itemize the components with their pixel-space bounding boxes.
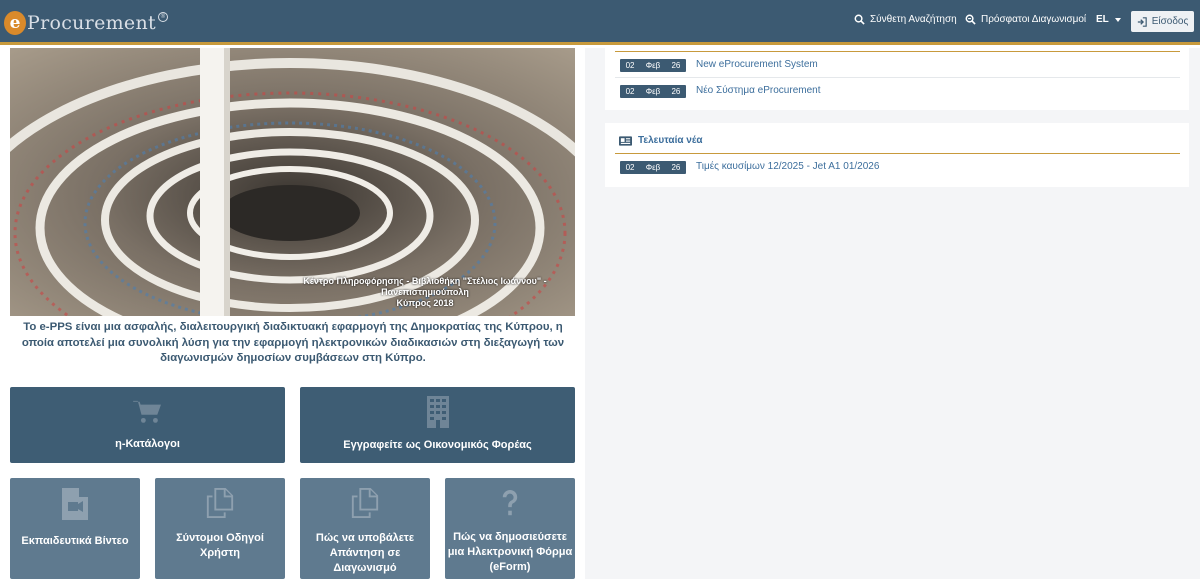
- language-label: EL: [1096, 14, 1109, 25]
- news-row[interactable]: 02 Φεβ 26 Τιμές καυσίμων 12/2025 - Jet A…: [615, 154, 1180, 180]
- tile-ecatalogues[interactable]: η-Κατάλογοι: [10, 387, 285, 463]
- copy-icon: [206, 488, 234, 518]
- zoom-search-icon: [965, 14, 976, 25]
- hero-caption-line3: Κύπρος 2018: [396, 298, 454, 308]
- hero-caption-line2: Πανεπιστημιούπολη: [381, 287, 469, 297]
- question-icon: [502, 490, 518, 516]
- sign-in-icon: [1137, 16, 1147, 27]
- newspaper-icon: [619, 135, 632, 146]
- intro-text: Το e-PPS είναι μια ασφαλής, διαλειτουργι…: [21, 321, 565, 364]
- nav-advanced-search[interactable]: Σύνθετη Αναζήτηση: [854, 14, 957, 25]
- tile-ecatalogues-label: η-Κατάλογοι: [115, 438, 180, 450]
- tile-publish-eform[interactable]: Πώς να δημοσιεύσετε μια Ηλεκτρονική Φόρμ…: [445, 478, 575, 579]
- login-button[interactable]: Είσοδος: [1131, 11, 1194, 32]
- latest-news-title: Τελευταία νέα: [638, 135, 703, 146]
- login-label: Είσοδος: [1151, 16, 1189, 27]
- date-year: 26: [671, 163, 681, 172]
- nav-recent-tenders-label: Πρόσφατοι Διαγωνισμοί: [981, 14, 1087, 25]
- tile-register-economic-operator[interactable]: Εγγραφείτε ως Οικονομικός Φορέας: [300, 387, 575, 463]
- news-link[interactable]: Νέο Σύστημα eProcurement: [696, 85, 820, 96]
- date-year: 26: [671, 61, 681, 70]
- copy-icon: [351, 488, 379, 518]
- news-link[interactable]: Τιμές καυσίμων 12/2025 - Jet A1 01/2026: [696, 161, 879, 172]
- date-badge: 02 Φεβ 26: [620, 59, 686, 72]
- tile-training-videos[interactable]: Εκπαιδευτικά Βίντεο: [10, 478, 140, 579]
- news-row[interactable]: 02 Φεβ 26 New eProcurement System: [615, 52, 1180, 78]
- date-month: Φεβ: [645, 61, 661, 70]
- date-day: 02: [625, 87, 635, 96]
- announcements-panel: 02 Φεβ 26 New eProcurement System 02 Φεβ…: [605, 48, 1189, 110]
- eprocurement-logo[interactable]: e Procurement ®: [4, 9, 168, 37]
- date-badge: 02 Φεβ 26: [620, 85, 686, 98]
- top-navbar: e Procurement ® Σύνθετη Αναζήτηση Πρόσφα…: [0, 0, 1200, 45]
- date-day: 02: [625, 163, 635, 172]
- latest-news-heading: Τελευταία νέα: [619, 135, 703, 146]
- building-icon: [426, 396, 449, 428]
- latest-news-panel: Τελευταία νέα 02 Φεβ 26 Τιμές καυσίμων 1…: [605, 123, 1189, 187]
- search-icon: [854, 14, 865, 25]
- tile-training-videos-label: Εκπαιδευτικά Βίντεο: [21, 535, 129, 547]
- tile-submit-tender-response[interactable]: Πώς να υποβάλετε Απάντηση σε Διαγωνισμό: [300, 478, 430, 579]
- chevron-down-icon: [1114, 17, 1121, 22]
- nav-recent-tenders[interactable]: Πρόσφατοι Διαγωνισμοί: [965, 14, 1086, 25]
- tile-register-economic-operator-label: Εγγραφείτε ως Οικονομικός Φορέας: [343, 439, 532, 451]
- video-file-icon: [62, 488, 88, 520]
- tile-submit-tender-response-label: Πώς να υποβάλετε Απάντηση σε Διαγωνισμό: [315, 532, 415, 574]
- hero-caption-line1: Κέντρο Πληροφόρησης - Βιβλιοθήκη "Στέλιο…: [303, 276, 547, 286]
- news-row[interactable]: 02 Φεβ 26 Νέο Σύστημα eProcurement: [615, 78, 1180, 104]
- nav-advanced-search-label: Σύνθετη Αναζήτηση: [870, 14, 957, 25]
- tile-quick-user-guides[interactable]: Σύντομοι Οδηγοί Χρήστη: [155, 478, 285, 579]
- cart-icon: [132, 400, 161, 423]
- date-badge: 02 Φεβ 26: [620, 161, 686, 174]
- hero-caption: Κέντρο Πληροφόρησης - Βιβλιοθήκη "Στέλιο…: [300, 276, 550, 309]
- date-month: Φεβ: [645, 163, 661, 172]
- date-month: Φεβ: [645, 87, 661, 96]
- logo-registered-mark: ®: [157, 12, 168, 22]
- news-link[interactable]: New eProcurement System: [696, 59, 818, 70]
- language-selector[interactable]: EL: [1096, 14, 1121, 25]
- tile-publish-eform-label: Πώς να δημοσιεύσετε μια Ηλεκτρονική Φόρμ…: [447, 531, 573, 573]
- logo-text: Procurement: [27, 12, 156, 34]
- date-day: 02: [625, 61, 635, 70]
- date-year: 26: [671, 87, 681, 96]
- logo-e-mark: e: [4, 11, 26, 35]
- tile-quick-user-guides-label: Σύντομοι Οδηγοί Χρήστη: [176, 532, 264, 559]
